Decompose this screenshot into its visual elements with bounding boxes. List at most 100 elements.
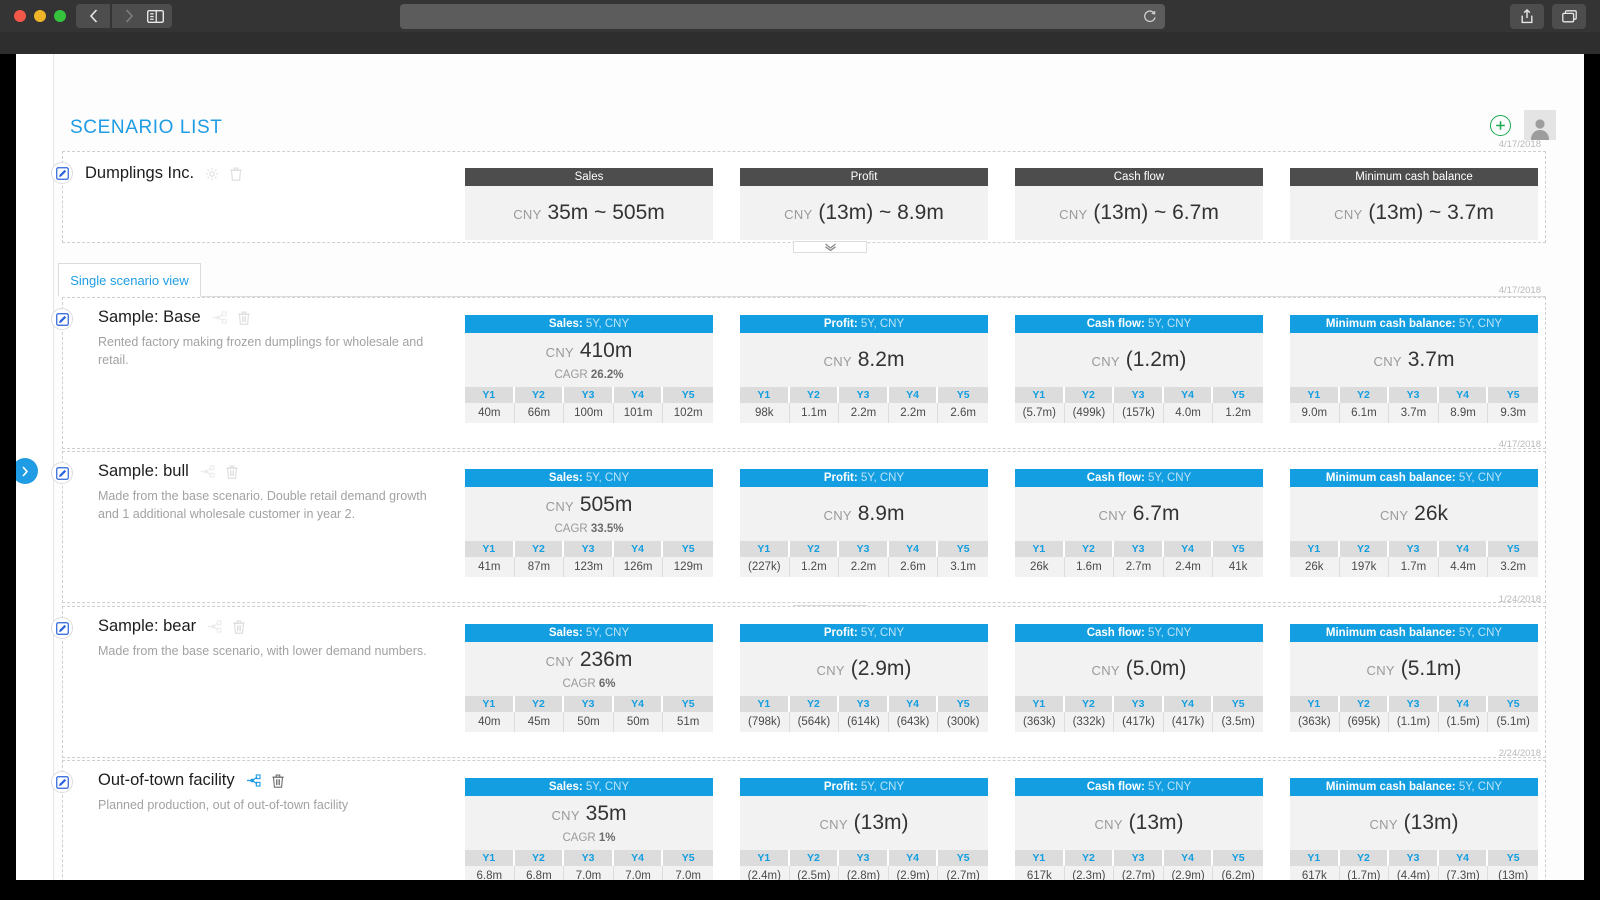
trash-icon[interactable] [230,167,242,181]
scenario-metric-card[interactable]: Profit: 5Y, CNY CNY 8.9m Y1 (227k) Y2 1.… [740,469,988,577]
year-column[interactable]: Y5 3.1m [938,541,988,577]
year-column[interactable]: Y1 40m [465,387,515,423]
year-column[interactable]: Y5 (6.2m) [1213,850,1263,880]
trash-icon[interactable] [272,774,284,788]
year-column[interactable]: Y5 102m [663,387,713,423]
year-column[interactable]: Y3 (1.1m) [1389,696,1439,732]
scenario-edit-button[interactable] [51,617,73,639]
year-column[interactable]: Y5 41k [1213,541,1263,577]
year-column[interactable]: Y1 (363k) [1290,696,1340,732]
year-column[interactable]: Y1 617k [1015,850,1065,880]
year-column[interactable]: Y3 (417k) [1114,696,1164,732]
year-column[interactable]: Y1 40m [465,696,515,732]
year-column[interactable]: Y5 (3.5m) [1213,696,1263,732]
url-input[interactable] [400,4,1165,29]
back-button[interactable] [76,4,110,28]
year-column[interactable]: Y1 26k [1290,541,1340,577]
expand-company-row-button[interactable] [793,241,867,253]
year-column[interactable]: Y2 197k [1340,541,1390,577]
year-column[interactable]: Y3 (157k) [1114,387,1164,423]
year-column[interactable]: Y2 (499k) [1065,387,1115,423]
year-column[interactable]: Y1 (363k) [1015,696,1065,732]
year-column[interactable]: Y2 (564k) [790,696,840,732]
scenario-metric-card[interactable]: Minimum cash balance: 5Y, CNY CNY (5.1m)… [1290,624,1538,732]
year-column[interactable]: Y2 66m [515,387,565,423]
year-column[interactable]: Y5 129m [663,541,713,577]
scenario-metric-card[interactable]: Minimum cash balance: 5Y, CNY CNY 3.7m Y… [1290,315,1538,423]
scenario-metric-card[interactable]: Sales: 5Y, CNY CNY 505m CAGR 33.5% Y1 41… [465,469,713,577]
scenario-edit-button[interactable] [51,771,73,793]
year-column[interactable]: Y4 50m [614,696,664,732]
scenario-metric-card[interactable]: Sales: 5Y, CNY CNY 35m CAGR 1% Y1 6.8m Y… [465,778,713,880]
year-column[interactable]: Y5 51m [663,696,713,732]
scenario-metric-card[interactable]: Minimum cash balance: 5Y, CNY CNY 26k Y1… [1290,469,1538,577]
year-column[interactable]: Y4 4.4m [1439,541,1489,577]
year-column[interactable]: Y2 6.8m [515,850,565,880]
year-column[interactable]: Y4 2.2m [889,387,939,423]
year-column[interactable]: Y2 (2.3m) [1065,850,1115,880]
company-metric-card[interactable]: Profit CNY (13m) ~ 8.9m [740,168,988,240]
year-column[interactable]: Y4 2.4m [1164,541,1214,577]
company-metric-card[interactable]: Minimum cash balance CNY (13m) ~ 3.7m [1290,168,1538,240]
year-column[interactable]: Y1 (2.4m) [740,850,790,880]
company-metric-card[interactable]: Cash flow CNY (13m) ~ 6.7m [1015,168,1263,240]
scenario-metric-card[interactable]: Cash flow: 5Y, CNY CNY 6.7m Y1 26k Y2 1.… [1015,469,1263,577]
minimize-window-button[interactable] [34,10,46,22]
year-column[interactable]: Y1 (5.7m) [1015,387,1065,423]
show-tabs-button[interactable] [1552,4,1586,29]
year-column[interactable]: Y5 2.6m [938,387,988,423]
gear-icon[interactable] [205,167,219,181]
branch-icon[interactable] [246,774,261,787]
branch-icon[interactable] [207,620,222,633]
year-column[interactable]: Y1 41m [465,541,515,577]
year-column[interactable]: Y3 7.0m [564,850,614,880]
year-column[interactable]: Y5 7.0m [663,850,713,880]
trash-icon[interactable] [238,311,250,325]
company-edit-button[interactable] [51,162,73,184]
year-column[interactable]: Y3 (4.4m) [1389,850,1439,880]
year-column[interactable]: Y2 6.1m [1340,387,1390,423]
scenario-metric-card[interactable]: Profit: 5Y, CNY CNY (13m) Y1 (2.4m) Y2 (… [740,778,988,880]
year-column[interactable]: Y4 (7.3m) [1439,850,1489,880]
year-column[interactable]: Y2 1.1m [790,387,840,423]
year-column[interactable]: Y4 8.9m [1439,387,1489,423]
year-column[interactable]: Y2 1.6m [1065,541,1115,577]
year-column[interactable]: Y5 (300k) [938,696,988,732]
scenario-metric-card[interactable]: Cash flow: 5Y, CNY CNY (13m) Y1 617k Y2 … [1015,778,1263,880]
year-column[interactable]: Y3 100m [564,387,614,423]
year-column[interactable]: Y3 2.7m [1114,541,1164,577]
scenario-metric-card[interactable]: Sales: 5Y, CNY CNY 410m CAGR 26.2% Y1 40… [465,315,713,423]
year-column[interactable]: Y5 (2.7m) [938,850,988,880]
year-column[interactable]: Y4 7.0m [614,850,664,880]
trash-icon[interactable] [226,465,238,479]
year-column[interactable]: Y4 4.0m [1164,387,1214,423]
sidebar-toggle-button[interactable] [138,4,172,28]
year-column[interactable]: Y1 9.0m [1290,387,1340,423]
add-scenario-button[interactable] [1490,115,1511,136]
year-column[interactable]: Y5 1.2m [1213,387,1263,423]
year-column[interactable]: Y4 (1.5m) [1439,696,1489,732]
branch-icon[interactable] [212,311,227,324]
scenario-metric-card[interactable]: Minimum cash balance: 5Y, CNY CNY (13m) … [1290,778,1538,880]
scenario-metric-card[interactable]: Cash flow: 5Y, CNY CNY (1.2m) Y1 (5.7m) … [1015,315,1263,423]
reload-icon[interactable] [1143,9,1157,28]
year-column[interactable]: Y1 6.8m [465,850,515,880]
expand-rail-button[interactable] [16,458,38,484]
year-column[interactable]: Y3 1.7m [1389,541,1439,577]
tab-single-scenario-view[interactable]: Single scenario view [58,263,201,297]
scenario-edit-button[interactable] [51,462,73,484]
year-column[interactable]: Y3 123m [564,541,614,577]
year-column[interactable]: Y2 45m [515,696,565,732]
branch-icon[interactable] [200,465,215,478]
year-column[interactable]: Y3 (2.7m) [1114,850,1164,880]
year-column[interactable]: Y3 2.2m [839,387,889,423]
scenario-edit-button[interactable] [51,308,73,330]
year-column[interactable]: Y1 (798k) [740,696,790,732]
year-column[interactable]: Y5 9.3m [1488,387,1538,423]
year-column[interactable]: Y2 (1.7m) [1340,850,1390,880]
year-column[interactable]: Y5 3.2m [1488,541,1538,577]
year-column[interactable]: Y4 (643k) [889,696,939,732]
year-column[interactable]: Y4 (2.9m) [889,850,939,880]
scenario-metric-card[interactable]: Cash flow: 5Y, CNY CNY (5.0m) Y1 (363k) … [1015,624,1263,732]
year-column[interactable]: Y1 98k [740,387,790,423]
